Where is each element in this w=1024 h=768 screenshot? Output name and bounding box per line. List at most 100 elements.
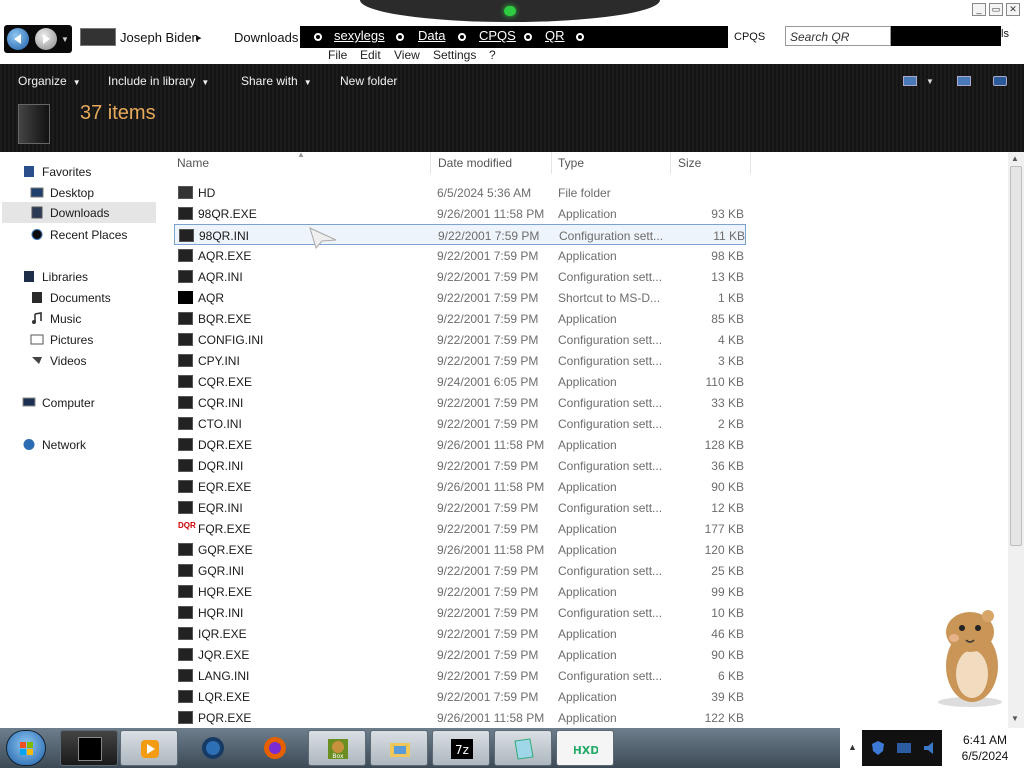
view-options-chevron-icon[interactable]: ▼ [926, 77, 934, 86]
file-row[interactable]: EQR.EXE 9/26/2001 11:58 PM Application 90 K… [174, 476, 746, 497]
nav-documents[interactable]: Documents [30, 288, 156, 308]
menu-file[interactable]: File [328, 48, 347, 62]
file-row[interactable]: LQR.EXE 9/22/2001 7:59 PM Application 39 KB [174, 686, 746, 707]
column-divider[interactable] [430, 152, 431, 174]
taskbar-media-player-button[interactable] [120, 730, 178, 766]
menu-settings[interactable]: Settings [433, 48, 476, 62]
column-header-date[interactable]: Date modified [438, 156, 512, 170]
file-row[interactable]: HD 6/5/2024 5:36 AM File folder [174, 182, 746, 203]
taskbar-notepad-button[interactable] [494, 730, 552, 766]
nav-music[interactable]: Music [30, 309, 156, 329]
nav-computer[interactable]: Computer [22, 393, 162, 413]
new-folder-button[interactable]: New folder [340, 74, 397, 88]
file-row[interactable]: DQR FQR.EXE 9/22/2001 7:59 PM Application 17… [174, 518, 746, 539]
forward-button[interactable] [35, 28, 57, 50]
file-row[interactable]: CQR.INI 9/22/2001 7:59 PM Configuration se… [174, 392, 746, 413]
file-row[interactable]: 98QR.EXE 9/26/2001 11:58 PM Application 93 … [174, 203, 746, 224]
nav-videos[interactable]: Videos [30, 351, 156, 371]
file-row[interactable]: GQR.EXE 9/26/2001 11:58 PM Application 120 … [174, 539, 746, 560]
file-row[interactable]: PQR.EXE 9/26/2001 11:58 PM Application 122 … [174, 707, 746, 728]
clock-date[interactable]: 6/5/2024 [948, 749, 1022, 763]
file-row[interactable]: CTO.INI 9/22/2001 7:59 PM Configuration se… [174, 413, 746, 434]
hamster-desktop-buddy[interactable] [930, 604, 1006, 708]
taskbar-dosbox-button[interactable]: Box [308, 730, 366, 766]
file-row[interactable]: 98QR.INI 9/22/2001 7:59 PM Configuration s… [174, 224, 746, 245]
menu-edit[interactable]: Edit [360, 48, 381, 62]
column-header-name[interactable]: Name [177, 156, 209, 170]
column-header-size[interactable]: Size [678, 156, 701, 170]
share-with-button[interactable]: Share with ▼ [241, 74, 312, 88]
cpqs-chip[interactable]: CPQS [728, 26, 778, 48]
link-sexylegs[interactable]: sexylegs [334, 28, 385, 43]
link-data[interactable]: Data [418, 28, 445, 43]
taskbar-firefox-button[interactable] [246, 730, 304, 766]
preview-pane-icon[interactable] [957, 76, 971, 86]
file-row[interactable]: GQR.INI 9/22/2001 7:59 PM Configuration se… [174, 560, 746, 581]
link-qr[interactable]: QR [545, 28, 565, 43]
nav-favorites[interactable]: Favorites [22, 162, 162, 182]
taskbar-7zip-button[interactable]: 7z [432, 730, 490, 766]
breadcrumb-user[interactable]: Joseph Biden [120, 30, 199, 45]
file-row[interactable]: AQR 9/22/2001 7:59 PM Shortcut to MS-D... 1… [174, 287, 746, 308]
vertical-scrollbar[interactable]: ▲ ▼ [1008, 152, 1024, 728]
file-row[interactable]: AQR.INI 9/22/2001 7:59 PM Configuration se… [174, 266, 746, 287]
column-divider[interactable] [551, 152, 552, 174]
file-row[interactable]: CONFIG.INI 9/22/2001 7:59 PM Configuration… [174, 329, 746, 350]
taskbar-explorer-button[interactable] [60, 730, 118, 766]
file-row[interactable]: HQR.EXE 9/22/2001 7:59 PM Application 99 KB [174, 581, 746, 602]
taskbar-hxd-button[interactable]: HXD [556, 730, 614, 766]
file-row[interactable]: AQR.EXE 9/22/2001 7:59 PM Application 98 KB [174, 245, 746, 266]
change-view-icon[interactable] [903, 76, 917, 86]
file-row[interactable]: LANG.INI 9/22/2001 7:59 PM Configuration s… [174, 665, 746, 686]
file-row[interactable]: DQR.EXE 9/26/2001 11:58 PM Application 128 … [174, 434, 746, 455]
nav-recent-places[interactable]: Recent Places [30, 225, 156, 245]
file-row[interactable]: DQR.INI 9/22/2001 7:59 PM Configuration se… [174, 455, 746, 476]
help-icon[interactable] [993, 76, 1007, 86]
menu-view[interactable]: View [394, 48, 420, 62]
show-hidden-icons-icon[interactable]: ▲ [848, 742, 857, 752]
file-row[interactable]: IQR.EXE 9/22/2001 7:59 PM Application 46 KB [174, 623, 746, 644]
security-shield-icon[interactable] [870, 740, 886, 756]
file-row[interactable]: CPY.INI 9/22/2001 7:59 PM Configuration se… [174, 350, 746, 371]
column-divider[interactable] [670, 152, 671, 174]
application-icon [178, 480, 193, 493]
column-divider[interactable] [750, 152, 751, 174]
minimize-button[interactable]: _ [972, 3, 986, 16]
include-in-library-button[interactable]: Include in library ▼ [108, 74, 209, 88]
breadcrumb-separator-icon[interactable]: ▸ [196, 31, 202, 44]
nav-libraries[interactable]: Libraries [22, 267, 162, 287]
file-row[interactable]: JQR.EXE 9/22/2001 7:59 PM Application 90 KB [174, 644, 746, 665]
back-button[interactable] [7, 28, 29, 50]
nav-network[interactable]: Network [22, 435, 162, 455]
link-cpqs[interactable]: CPQS [479, 28, 516, 43]
volume-icon[interactable] [922, 740, 938, 756]
taskbar-folder-button[interactable] [370, 730, 428, 766]
history-dropdown-icon[interactable]: ▼ [61, 35, 69, 44]
start-button[interactable] [6, 730, 46, 766]
nav-downloads-label: Downloads [50, 206, 110, 220]
breadcrumb[interactable]: Joseph Biden ▸ Downloads [78, 26, 300, 48]
network-status-icon[interactable] [896, 742, 912, 754]
nav-pictures[interactable]: Pictures [30, 330, 156, 350]
file-row[interactable]: HQR.INI 9/22/2001 7:59 PM Configuration se… [174, 602, 746, 623]
clock-time[interactable]: 6:41 AM [948, 733, 1022, 747]
file-row[interactable]: EQR.INI 9/22/2001 7:59 PM Configuration se… [174, 497, 746, 518]
taskbar-globe-button[interactable] [184, 730, 242, 766]
file-row[interactable]: CQR.EXE 9/24/2001 6:05 PM Application 110 K… [174, 371, 746, 392]
organize-button[interactable]: Organize ▼ [18, 74, 81, 88]
scroll-thumb[interactable] [1010, 166, 1022, 546]
file-row[interactable]: BQR.EXE 9/22/2001 7:59 PM Application 85 KB [174, 308, 746, 329]
breadcrumb-downloads[interactable]: Downloads [234, 30, 298, 45]
nav-buttons: ▼ [4, 25, 72, 53]
menu-help[interactable]: ? [489, 48, 496, 62]
nav-documents-label: Documents [50, 291, 111, 305]
scroll-down-icon[interactable]: ▼ [1011, 714, 1019, 723]
nav-desktop[interactable]: Desktop [30, 183, 156, 203]
scroll-up-icon[interactable]: ▲ [1011, 154, 1019, 163]
maximize-button[interactable]: ▭ [989, 3, 1003, 16]
search-input[interactable]: Search QR [785, 26, 891, 46]
nav-downloads[interactable]: Downloads [2, 202, 156, 223]
bullet-icon [524, 33, 532, 41]
close-button[interactable]: ✕ [1006, 3, 1020, 16]
column-header-type[interactable]: Type [558, 156, 584, 170]
